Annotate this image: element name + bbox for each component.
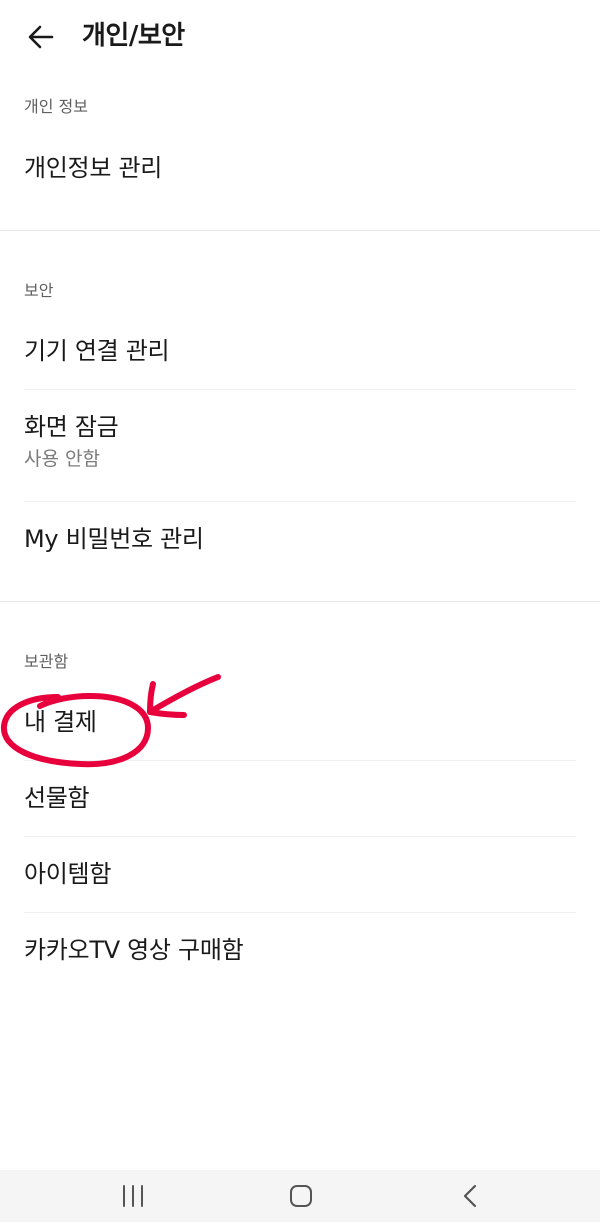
menu-item-title: 내 결제: [24, 708, 97, 736]
section-divider: [0, 601, 600, 602]
menu-item-kakaotv-purchases[interactable]: 카카오TV 영상 구매함: [24, 934, 576, 966]
screen: 개인/보안 개인 정보 개인정보 관리 보안 기기 연결 관리 화면 잠금 사용…: [0, 0, 600, 1222]
section-label-personal: 개인 정보: [24, 97, 88, 116]
back-nav-button[interactable]: [420, 1170, 520, 1222]
item-divider: [24, 912, 576, 913]
menu-item-title: 아이템함: [24, 860, 112, 888]
menu-item-device-connection[interactable]: 기기 연결 관리: [24, 335, 576, 367]
menu-item-title: 카카오TV 영상 구매함: [24, 936, 244, 964]
menu-item-title: 화면 잠금: [24, 413, 119, 441]
menu-item-title: 기기 연결 관리: [24, 337, 170, 365]
arrow-left-icon: [28, 25, 54, 49]
menu-item-screen-lock[interactable]: 화면 잠금 사용 안함: [24, 411, 576, 471]
recent-apps-button[interactable]: [83, 1170, 183, 1222]
item-divider: [24, 389, 576, 390]
menu-item-title: My 비밀번호 관리: [24, 525, 204, 553]
section-label-storage: 보관함: [24, 652, 69, 671]
back-nav-icon: [463, 1184, 477, 1208]
menu-item-my-payment[interactable]: 내 결제: [24, 706, 576, 738]
app-header: 개인/보안: [0, 0, 600, 72]
item-divider: [24, 836, 576, 837]
menu-item-my-password[interactable]: My 비밀번호 관리: [24, 523, 576, 555]
menu-item-item-box[interactable]: 아이템함: [24, 858, 576, 890]
section-label-security: 보안: [24, 281, 54, 300]
home-button[interactable]: [251, 1170, 351, 1222]
item-divider: [24, 501, 576, 502]
system-navigation-bar: [0, 1170, 600, 1222]
menu-item-gift-box[interactable]: 선물함: [24, 782, 576, 814]
home-icon: [290, 1185, 312, 1207]
page-title: 개인/보안: [82, 21, 185, 51]
back-button[interactable]: [18, 14, 64, 60]
recent-apps-icon: [123, 1185, 143, 1207]
menu-item-personal-info-management[interactable]: 개인정보 관리: [24, 152, 576, 184]
menu-item-title: 선물함: [24, 784, 90, 812]
menu-item-title: 개인정보 관리: [24, 154, 163, 182]
section-divider: [0, 230, 600, 231]
menu-item-status: 사용 안함: [24, 448, 100, 470]
item-divider: [24, 760, 576, 761]
